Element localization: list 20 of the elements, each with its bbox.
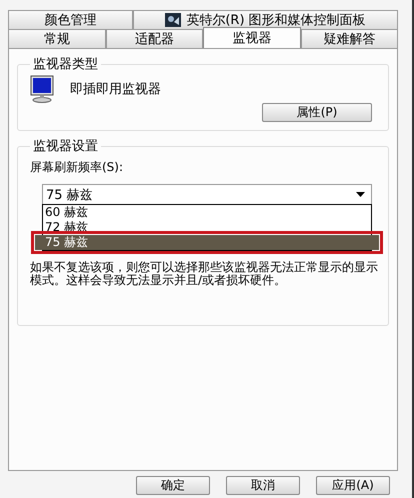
- dialog-button[interactable]: 确定: [136, 476, 210, 495]
- dialog-button[interactable]: 取消: [226, 476, 300, 495]
- refresh-rate-label: 屏幕刷新频率(S):: [30, 159, 124, 176]
- properties-button[interactable]: 属性(P): [262, 103, 372, 122]
- dropdown-option[interactable]: 75 赫兹: [35, 235, 379, 250]
- refresh-rate-dropdown[interactable]: 75 赫兹: [42, 184, 372, 205]
- monitor-name: 即插即用监视器: [70, 81, 161, 98]
- tab[interactable]: 适配器: [106, 29, 203, 48]
- caret-icon: [356, 192, 365, 197]
- tab[interactable]: 英特尔(R) 图形和媒体控制面板: [133, 10, 398, 29]
- warning-text: 如果不复选该项，则您可以选择那些该监视器无法正常显示的显示模式。这样会导致无法显示并且/或者损坏硬件。: [30, 261, 379, 287]
- tab[interactable]: 颜色管理: [8, 10, 133, 29]
- group-title: 监视器设置: [32, 138, 99, 155]
- tab[interactable]: 常规: [8, 29, 106, 48]
- dialog-button[interactable]: 应用(A): [316, 476, 390, 495]
- tab[interactable]: 监视器: [203, 27, 300, 48]
- monitor-icon: [30, 75, 56, 103]
- tab[interactable]: 疑难解答: [300, 29, 398, 48]
- group-title: 监视器类型: [32, 56, 99, 73]
- dropdown-option[interactable]: 60 赫兹: [43, 205, 371, 220]
